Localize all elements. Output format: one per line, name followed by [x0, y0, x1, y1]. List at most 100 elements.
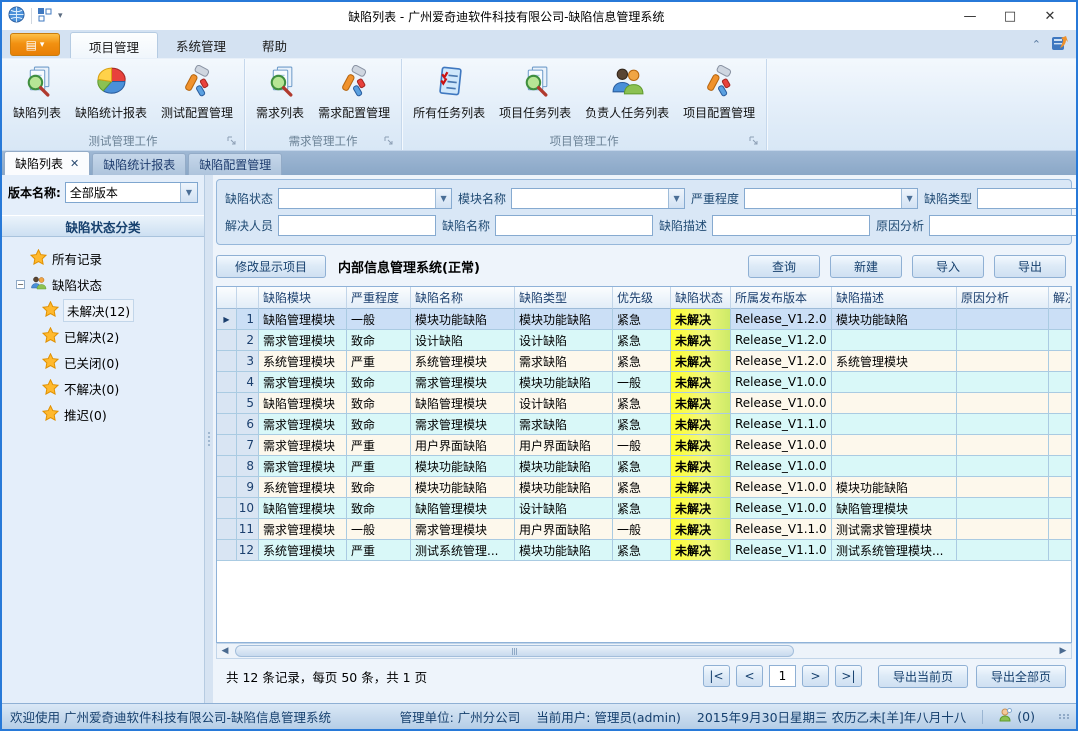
- last-page-button[interactable]: >|: [835, 665, 862, 687]
- tree-item-已关闭(0)[interactable]: 已关闭(0): [16, 349, 204, 375]
- table-row-4[interactable]: 4需求管理模块致命需求管理模块模块功能缺陷一般未解决Release_V1.0.0: [217, 372, 1071, 393]
- ribbon-button-负责人任务列表[interactable]: 负责人任务列表: [578, 62, 676, 124]
- filter-input-缺陷名称[interactable]: [495, 215, 653, 236]
- filter-value-input[interactable]: [713, 216, 869, 235]
- column-header-优先级[interactable]: 优先级: [613, 287, 671, 309]
- tab-close-icon[interactable]: ✕: [70, 157, 79, 170]
- action-button-导入[interactable]: 导入: [912, 255, 984, 278]
- filter-label-原因分析: 原因分析: [876, 217, 924, 234]
- minimize-button[interactable]: —: [950, 4, 990, 28]
- prev-page-button[interactable]: <: [736, 665, 763, 687]
- status-cell: 未解决: [671, 393, 731, 414]
- table-row-9[interactable]: 9系统管理模块致命模块功能缺陷模块功能缺陷紧急未解决Release_V1.0.0…: [217, 477, 1071, 498]
- dialog-launcher-icon[interactable]: [749, 136, 760, 147]
- table-row-12[interactable]: 12系统管理模块严重测试系统管理...模块功能缺陷紧急未解决Release_V1…: [217, 540, 1071, 561]
- ribbon-button-所有任务列表[interactable]: 所有任务列表: [406, 62, 492, 124]
- table-row-10[interactable]: 10缺陷管理模块致命缺陷管理模块设计缺陷紧急未解决Release_V1.0.0缺…: [217, 498, 1071, 519]
- document-tab-1[interactable]: 缺陷统计报表: [92, 153, 186, 175]
- filter-combobox-模块名称[interactable]: ▼: [511, 188, 685, 209]
- message-count-badge[interactable]: (0): [1017, 709, 1035, 724]
- filter-input-缺陷描述[interactable]: [712, 215, 870, 236]
- combo-dropdown-icon[interactable]: ▼: [668, 189, 684, 208]
- filter-value-input[interactable]: [279, 189, 435, 208]
- action-button-导出[interactable]: 导出: [994, 255, 1066, 278]
- column-header-缺陷类型[interactable]: 缺陷类型: [515, 287, 613, 309]
- table-row-7[interactable]: 7需求管理模块严重用户界面缺陷用户界面缺陷一般未解决Release_V1.0.0: [217, 435, 1071, 456]
- ribbon-button-缺陷统计报表[interactable]: 缺陷统计报表: [68, 62, 154, 124]
- person-icon[interactable]: [999, 708, 1013, 725]
- close-button[interactable]: ✕: [1030, 4, 1070, 28]
- tree-expander-minus-icon[interactable]: −: [16, 280, 25, 289]
- page-number-input[interactable]: [769, 665, 796, 687]
- table-row-2[interactable]: 2需求管理模块致命设计缺陷设计缺陷紧急未解决Release_V1.2.0: [217, 330, 1071, 351]
- action-button-新建[interactable]: 新建: [830, 255, 902, 278]
- table-row-5[interactable]: 5缺陷管理模块致命缺陷管理模块设计缺陷紧急未解决Release_V1.0.0: [217, 393, 1071, 414]
- column-header-所属发布版本[interactable]: 所属发布版本: [731, 287, 832, 309]
- tree-item-缺陷状态[interactable]: −缺陷状态: [16, 271, 204, 297]
- help-icon[interactable]: [1051, 35, 1068, 54]
- filter-value-input[interactable]: [930, 216, 1078, 235]
- document-tab-0[interactable]: 缺陷列表✕: [4, 151, 90, 175]
- column-header-缺陷模块[interactable]: 缺陷模块: [259, 287, 347, 309]
- resize-grip[interactable]: [1059, 714, 1070, 719]
- filter-combobox-缺陷类型[interactable]: ▼: [977, 188, 1078, 209]
- document-tab-2[interactable]: 缺陷配置管理: [188, 153, 282, 175]
- combo-dropdown-icon[interactable]: ▼: [901, 189, 917, 208]
- dialog-launcher-icon[interactable]: [384, 136, 395, 147]
- next-page-button[interactable]: >: [802, 665, 829, 687]
- filter-input-解决人员[interactable]: [278, 215, 436, 236]
- ribbon-collapse-icon[interactable]: ⌃: [1032, 38, 1041, 51]
- quick-access-tiles-icon[interactable]: [38, 8, 52, 25]
- filter-combobox-严重程度[interactable]: ▼: [744, 188, 918, 209]
- combo-dropdown-icon[interactable]: ▼: [435, 189, 451, 208]
- filter-value-input[interactable]: [279, 216, 435, 235]
- table-row-11[interactable]: 11需求管理模块一般需求管理模块用户界面缺陷一般未解决Release_V1.1.…: [217, 519, 1071, 540]
- export-all-pages-button[interactable]: 导出全部页: [976, 665, 1066, 688]
- dialog-launcher-icon[interactable]: [227, 136, 238, 147]
- column-header-解决方法[interactable]: 解决方法: [1049, 287, 1071, 309]
- modify-columns-button[interactable]: 修改显示项目: [216, 255, 326, 278]
- ribbon-button-项目任务列表[interactable]: 项目任务列表: [492, 62, 578, 124]
- table-cell: [957, 435, 1049, 456]
- filter-value-input[interactable]: [978, 189, 1078, 208]
- tree-item-不解决(0)[interactable]: 不解决(0): [16, 375, 204, 401]
- column-header-原因分析[interactable]: 原因分析: [957, 287, 1049, 309]
- filter-value-input[interactable]: [496, 216, 652, 235]
- column-header-缺陷描述[interactable]: 缺陷描述: [832, 287, 957, 309]
- column-header-严重程度[interactable]: 严重程度: [347, 287, 411, 309]
- ribbon-tab-2[interactable]: 帮助: [244, 32, 305, 58]
- table-row-3[interactable]: 3系统管理模块严重系统管理模块需求缺陷紧急未解决Release_V1.2.0系统…: [217, 351, 1071, 372]
- tree-item-未解决(12)[interactable]: 未解决(12): [16, 297, 204, 323]
- filter-value-input[interactable]: [512, 189, 668, 208]
- ribbon-button-测试配置管理[interactable]: 测试配置管理: [154, 62, 240, 124]
- ribbon-button-项目配置管理[interactable]: 项目配置管理: [676, 62, 762, 124]
- ribbon-button-需求配置管理[interactable]: 需求配置管理: [311, 62, 397, 124]
- tree-item-已解决(2)[interactable]: 已解决(2): [16, 323, 204, 349]
- ribbon-tab-0[interactable]: 项目管理: [70, 32, 158, 58]
- table-row-6[interactable]: 6需求管理模块致命需求管理模块需求缺陷紧急未解决Release_V1.1.0: [217, 414, 1071, 435]
- scrollbar-thumb[interactable]: [235, 645, 794, 657]
- filter-input-原因分析[interactable]: [929, 215, 1078, 236]
- table-row-8[interactable]: 8需求管理模块严重模块功能缺陷模块功能缺陷紧急未解决Release_V1.0.0: [217, 456, 1071, 477]
- app-menu-button[interactable]: ▤ ▾: [10, 33, 60, 56]
- tree-item-推迟(0)[interactable]: 推迟(0): [16, 401, 204, 427]
- column-header-缺陷状态[interactable]: 缺陷状态: [671, 287, 731, 309]
- horizontal-scrollbar[interactable]: ◀ ▶: [216, 643, 1072, 659]
- table-row-1[interactable]: ▶1缺陷管理模块一般模块功能缺陷模块功能缺陷紧急未解决Release_V1.2.…: [217, 309, 1071, 330]
- ribbon-tab-1[interactable]: 系统管理: [158, 32, 244, 58]
- maximize-button[interactable]: □: [990, 4, 1030, 28]
- column-header-缺陷名称[interactable]: 缺陷名称: [411, 287, 515, 309]
- version-combobox[interactable]: 全部版本 ▼: [65, 182, 198, 203]
- filter-value-input[interactable]: [745, 189, 901, 208]
- filter-combobox-缺陷状态[interactable]: ▼: [278, 188, 452, 209]
- scroll-right-icon[interactable]: ▶: [1055, 644, 1071, 658]
- panel-splitter[interactable]: [205, 175, 213, 703]
- export-current-page-button[interactable]: 导出当前页: [878, 665, 968, 688]
- ribbon-button-需求列表[interactable]: 需求列表: [249, 62, 311, 124]
- tree-item-所有记录[interactable]: 所有记录: [16, 245, 204, 271]
- first-page-button[interactable]: |<: [703, 665, 730, 687]
- action-button-查询[interactable]: 查询: [748, 255, 820, 278]
- scroll-left-icon[interactable]: ◀: [217, 644, 233, 658]
- version-dropdown-button[interactable]: ▼: [180, 183, 197, 202]
- ribbon-button-缺陷列表[interactable]: 缺陷列表: [6, 62, 68, 124]
